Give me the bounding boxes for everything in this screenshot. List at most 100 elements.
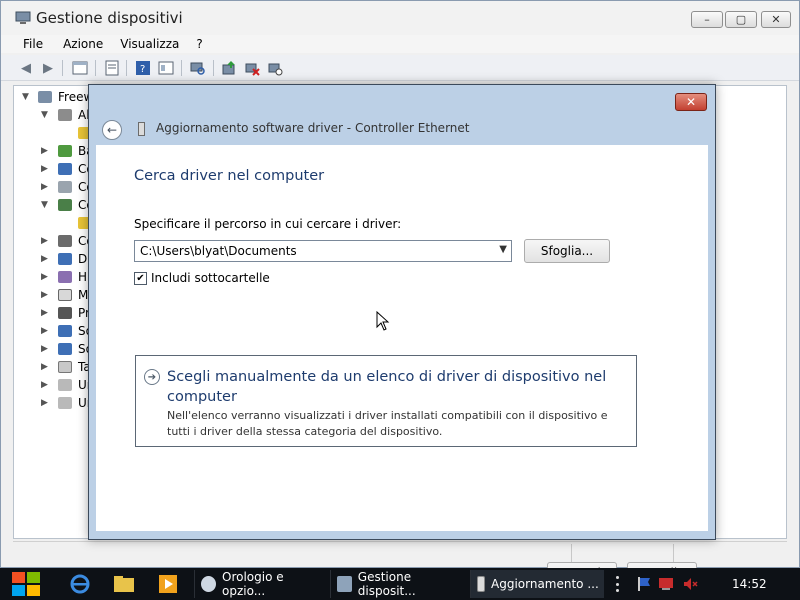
choose-manually-option[interactable]: ➔ Scegli manualmente da un elenco di dri… (135, 355, 637, 447)
back-arrow-icon[interactable]: ◀ (17, 59, 35, 77)
menu-help[interactable]: ? (184, 35, 207, 53)
expand-icon[interactable]: ▶ (41, 362, 48, 372)
toolbar-separator (126, 60, 127, 76)
path-label: Specificare il percorso in cui cercare i… (134, 217, 402, 231)
forward-arrow-icon[interactable]: ▶ (39, 59, 57, 77)
view-icon[interactable] (157, 59, 175, 77)
computer-icon (38, 91, 52, 103)
device-manager-icon (15, 11, 31, 24)
expand-icon[interactable]: ▶ (41, 236, 48, 246)
option-title: Scegli manualmente da un elenco di drive… (167, 369, 607, 405)
main-window-title: Gestione dispositivi (36, 9, 183, 27)
start-button-icon[interactable] (8, 570, 44, 598)
display-icon (58, 253, 72, 265)
include-subfolders-checkbox[interactable]: ✔ (134, 272, 147, 285)
hid-icon (58, 271, 72, 283)
taskbar: Orologio e opzio... Gestione disposit...… (0, 568, 800, 600)
expand-icon[interactable]: ▶ (41, 164, 48, 174)
taskbar-item-label: Gestione disposit... (357, 570, 416, 598)
mouse-cursor-icon (376, 311, 390, 331)
expand-icon[interactable]: ▶ (41, 398, 48, 408)
toolbar-separator (181, 60, 182, 76)
uninstall-icon[interactable] (243, 59, 261, 77)
disk-drive-icon (58, 181, 72, 193)
taskbar-item-device-manager[interactable]: Gestione disposit... (330, 570, 464, 598)
help-icon[interactable]: ? (134, 59, 152, 77)
expand-icon[interactable]: ▶ (41, 146, 48, 156)
menu-view[interactable]: Visualizza (108, 35, 184, 53)
back-button[interactable]: ← (102, 120, 122, 140)
option-description: Nell'elenco verranno visualizzati i driv… (167, 409, 608, 438)
update-driver-dialog: ✕ ← Aggiornamento software driver - Cont… (88, 84, 716, 584)
toolbar: ◀ ▶ ? (1, 55, 799, 81)
computer-icon (58, 163, 72, 175)
device-category-icon (58, 109, 72, 121)
network-adapter-icon (58, 199, 72, 211)
scan-hardware-icon[interactable] (189, 59, 207, 77)
taskbar-item-update-driver[interactable]: Aggiornamento ... (470, 570, 604, 598)
minimize-button[interactable]: – (691, 11, 723, 28)
chevron-down-icon[interactable]: ▼ (499, 244, 507, 255)
disable-device-icon[interactable] (266, 59, 284, 77)
ethernet-device-icon (138, 122, 145, 136)
include-subfolders-label[interactable]: Includi sottocartelle (151, 271, 270, 285)
page-heading: Cerca driver nel computer (134, 168, 325, 184)
network-warning-icon[interactable] (654, 572, 678, 596)
menu-file[interactable]: File (1, 35, 51, 53)
properties-icon[interactable] (103, 59, 121, 77)
collapse-icon[interactable]: ▼ (41, 200, 48, 210)
main-title-bar: Gestione dispositivi – ▢ ✕ (1, 1, 799, 35)
tray-overflow-icon[interactable] (612, 576, 622, 592)
status-separator (673, 544, 674, 562)
path-input[interactable]: C:\Users\blyat\Documents (140, 244, 297, 258)
media-player-icon[interactable] (156, 572, 180, 596)
update-driver-icon[interactable] (220, 59, 238, 77)
taskbar-clock[interactable]: 14:52 (732, 577, 767, 591)
menu-bar: File Azione Visualizza ? (1, 35, 799, 53)
collapse-icon[interactable]: ▼ (41, 110, 48, 120)
toolbar-separator (62, 60, 63, 76)
collapse-icon[interactable]: ▼ (22, 92, 29, 102)
volume-muted-icon[interactable] (678, 572, 702, 596)
file-explorer-icon[interactable] (112, 572, 136, 596)
arrow-right-icon: ➔ (144, 369, 160, 385)
toolbar-separator (95, 60, 96, 76)
expand-icon[interactable]: ▶ (41, 272, 48, 282)
expand-icon[interactable]: ▶ (41, 308, 48, 318)
expand-icon[interactable]: ▶ (41, 326, 48, 336)
show-hide-console-tree-icon[interactable] (71, 59, 89, 77)
usb-icon (58, 397, 72, 409)
path-combobox[interactable]: C:\Users\blyat\Documents ▼ (134, 240, 512, 262)
expand-icon[interactable]: ▶ (41, 182, 48, 192)
expand-icon[interactable]: ▶ (41, 344, 48, 354)
action-center-flag-icon[interactable] (632, 572, 656, 596)
browse-button[interactable]: Sfoglia... (524, 239, 610, 263)
expand-icon[interactable]: ▶ (41, 290, 48, 300)
taskbar-item-label: Aggiornamento ... (491, 577, 599, 591)
processor-icon (58, 307, 72, 319)
taskbar-item-clock[interactable]: Orologio e opzio... (194, 570, 324, 598)
mouse-icon (58, 289, 72, 301)
dialog-title: Aggiornamento software driver - Controll… (156, 121, 470, 135)
internet-explorer-icon[interactable] (68, 572, 92, 596)
usb-icon (58, 379, 72, 391)
system-device-icon (58, 343, 72, 355)
close-main-button[interactable]: ✕ (761, 11, 791, 28)
maximize-button[interactable]: ▢ (725, 11, 757, 28)
connector-icon (58, 235, 72, 247)
tree-item-label: M (78, 288, 89, 302)
driver-update-icon (477, 576, 485, 592)
device-manager-icon (337, 576, 352, 592)
dialog-header: ← Aggiornamento software driver - Contro… (96, 113, 708, 145)
clock-settings-icon (201, 576, 217, 592)
svg-text:?: ? (140, 64, 145, 75)
menu-action[interactable]: Azione (51, 35, 108, 53)
dialog-body: Cerca driver nel computer Specificare il… (96, 145, 708, 584)
expand-icon[interactable]: ▶ (41, 380, 48, 390)
software-device-icon (58, 325, 72, 337)
expand-icon[interactable]: ▶ (41, 254, 48, 264)
taskbar-item-label: Orologio e opzio... (222, 570, 284, 598)
dialog-close-button[interactable]: ✕ (675, 93, 707, 111)
status-bar (13, 541, 787, 563)
keyboard-icon (58, 361, 72, 373)
